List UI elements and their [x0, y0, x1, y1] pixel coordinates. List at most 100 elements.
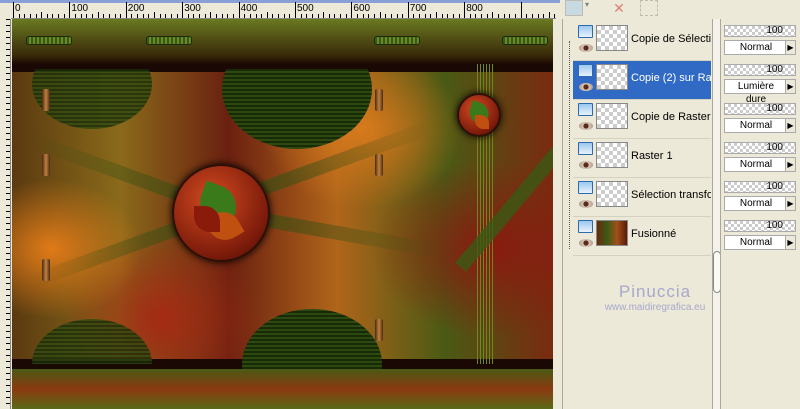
ruler-tick — [80, 14, 82, 18]
caret-right-icon[interactable]: ▶ — [785, 158, 795, 171]
opacity-field[interactable]: 100 — [724, 64, 796, 76]
delete-layer-icon[interactable]: ✕ — [610, 0, 628, 16]
ruler-tick — [357, 14, 359, 18]
opacity-field[interactable]: 100 — [724, 181, 796, 193]
ruler-label: 300 — [184, 3, 201, 14]
ruler-tick — [227, 14, 229, 18]
ruler-tick — [447, 14, 449, 18]
layer-thumbnail — [596, 25, 628, 51]
ruler-tick — [526, 14, 528, 18]
ruler-tick — [63, 14, 65, 18]
raster-layer-icon[interactable] — [578, 142, 593, 155]
blend-mode-value: Normal — [739, 120, 773, 131]
watermark: Pinuccia www.maidiregrafica.eu — [585, 282, 725, 313]
ruler-label: 700 — [409, 3, 427, 14]
ruler-tick — [514, 14, 516, 18]
caret-right-icon[interactable]: ▶ — [785, 80, 795, 93]
caret-right-icon[interactable]: ▶ — [785, 197, 795, 210]
layer-row[interactable]: Sélection transformée — [573, 178, 711, 217]
ruler-tick — [69, 2, 71, 18]
leaf-ornament-large — [172, 164, 270, 262]
layer-properties-row: 100 Normal ▶ — [724, 178, 800, 217]
visibility-eye-icon[interactable] — [579, 122, 593, 130]
blend-mode-select[interactable]: Lumière dure ▶ — [724, 79, 796, 105]
ruler-tick — [306, 14, 308, 18]
ruler-tick — [419, 14, 421, 18]
ruler-tick — [148, 14, 150, 18]
layer-row[interactable]: Copie de Raster 1 — [573, 100, 711, 139]
ruler-tick — [249, 14, 251, 18]
layer-name: Copie de Raster 1 — [631, 111, 711, 123]
ruler-tick — [165, 14, 167, 18]
layer-name: Sélection transformée — [631, 189, 711, 201]
layer-row[interactable]: Copie (2) sur Raster 1 — [573, 61, 711, 100]
ruler-tick — [520, 2, 522, 18]
ruler-tick — [114, 14, 116, 18]
visibility-eye-icon[interactable] — [579, 83, 593, 91]
ruler-tick — [255, 14, 257, 18]
caret-right-icon[interactable]: ▶ — [785, 236, 795, 249]
layer-row[interactable]: Fusionné — [573, 217, 711, 256]
opacity-field[interactable]: 100 — [724, 25, 796, 37]
visibility-eye-icon[interactable] — [579, 44, 593, 52]
ruler-tick — [328, 14, 330, 18]
ruler-tick — [351, 2, 353, 18]
ruler-tick — [289, 14, 291, 18]
blend-mode-select[interactable]: Normal ▶ — [724, 118, 796, 133]
ruler-tick — [452, 14, 454, 18]
ruler-tick — [182, 2, 184, 18]
ruler-tick — [272, 14, 274, 18]
opacity-field[interactable]: 100 — [724, 103, 796, 115]
ruler-tick — [221, 14, 223, 18]
opacity-field[interactable]: 100 — [724, 142, 796, 154]
ruler-tick — [238, 2, 240, 18]
ruler-tick — [531, 14, 533, 18]
visibility-eye-icon[interactable] — [579, 200, 593, 208]
ruler-tick — [91, 14, 93, 18]
image-canvas[interactable] — [12, 19, 553, 409]
layers-toolbar: ▾ ✕ — [560, 0, 800, 18]
horizontal-ruler: 0 100 200 300 400 500 600 700 800 — [11, 2, 556, 19]
ruler-tick — [266, 12, 268, 18]
layer-row[interactable]: Raster 1 — [573, 139, 711, 178]
raster-layer-icon[interactable] — [578, 103, 593, 116]
caret-right-icon[interactable]: ▶ — [785, 119, 795, 132]
raster-layer-icon[interactable] — [578, 25, 593, 38]
layers-scrollbar[interactable] — [712, 19, 721, 409]
caret-right-icon[interactable]: ▶ — [785, 41, 795, 54]
ruler-label: 800 — [466, 3, 483, 14]
edit-selection-icon[interactable] — [640, 0, 658, 16]
layer-thumbnail — [596, 220, 628, 246]
blend-mode-select[interactable]: Normal ▶ — [724, 196, 796, 211]
ruler-tick — [283, 14, 285, 18]
watermark-name: Pinuccia — [618, 282, 692, 301]
blend-mode-value: Normal — [739, 237, 773, 248]
new-layer-icon[interactable] — [565, 0, 583, 16]
ruler-tick — [481, 14, 483, 18]
blend-mode-select[interactable]: Normal ▶ — [724, 40, 796, 55]
ruler-tick — [108, 14, 110, 18]
dropdown-arrow-icon[interactable]: ▾ — [585, 0, 593, 16]
ruler-tick — [390, 14, 392, 18]
ruler-label: 200 — [127, 3, 145, 14]
blend-mode-select[interactable]: Normal ▶ — [724, 157, 796, 172]
ruler-tick — [41, 12, 43, 18]
visibility-eye-icon[interactable] — [579, 161, 593, 169]
ruler-tick — [24, 14, 26, 18]
ruler-tick — [13, 2, 14, 18]
ruler-tick — [503, 14, 505, 18]
visibility-eye-icon[interactable] — [579, 239, 593, 247]
ruler-tick — [193, 14, 195, 18]
ruler-tick — [345, 14, 347, 18]
opacity-field[interactable]: 100 — [724, 220, 796, 232]
raster-layer-icon[interactable] — [578, 181, 593, 194]
ruler-tick — [323, 12, 325, 18]
ruler-tick — [199, 14, 201, 18]
raster-layer-icon[interactable] — [578, 64, 593, 77]
ruler-tick — [261, 14, 263, 18]
ruler-tick — [537, 14, 539, 18]
blend-mode-select[interactable]: Normal ▶ — [724, 235, 796, 250]
ruler-tick — [413, 14, 415, 18]
layer-row[interactable]: Copie de Sélection — [573, 22, 711, 61]
raster-layer-icon[interactable] — [578, 220, 593, 233]
